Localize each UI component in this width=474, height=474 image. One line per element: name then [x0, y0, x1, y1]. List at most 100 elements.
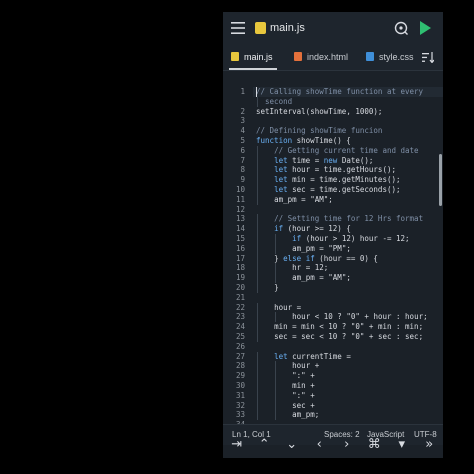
indent-guide — [275, 312, 277, 323]
line-number: 9 — [240, 175, 245, 185]
code-text: let min = time.getMinutes(); — [274, 175, 401, 185]
line-number: 32 — [235, 400, 245, 410]
indent-guide — [257, 175, 258, 185]
menu-icon[interactable] — [231, 22, 245, 34]
code-text: min + — [292, 381, 315, 390]
file-tabs: main.js index.html style.css — [223, 44, 443, 71]
target-icon[interactable] — [394, 21, 408, 35]
text-caret — [256, 87, 257, 97]
indent-guide — [257, 96, 258, 107]
line-number: 22 — [235, 302, 245, 312]
indent-guide — [257, 312, 258, 323]
code-editor[interactable]: 1// Calling showTime function at every se… — [223, 71, 443, 424]
code-text: // Calling showTime function at every — [256, 87, 424, 96]
indent-guide — [257, 351, 258, 362]
code-text: let sec = time.getSeconds(); — [274, 185, 401, 194]
code-editor-app: main.js main.js index.html style.css 1 /… — [223, 12, 443, 458]
key-toolbar: ⇥ ⌃ ⌄ ‹ › ⌘ ▾» — [223, 432, 443, 458]
line-number: 27 — [235, 351, 245, 361]
code-text: hour = — [274, 302, 302, 312]
line-number: 13 — [235, 214, 245, 224]
line-number: 14 — [235, 224, 245, 234]
code-text: am_pm = "AM"; — [292, 273, 351, 283]
indent-guide — [257, 390, 258, 401]
line-number: 12 — [235, 204, 245, 214]
code-text: min = min < 10 ? "0" + min : min; — [274, 322, 424, 332]
code-text: // Setting time for 12 Hrs format — [274, 214, 424, 224]
code-text: ":" + — [292, 390, 315, 400]
line-number: 31 — [235, 390, 245, 400]
arrow-left-button[interactable]: ‹ — [308, 432, 330, 458]
indent-guide — [257, 381, 258, 391]
line-number: 25 — [235, 332, 245, 341]
line-number: 11 — [235, 194, 245, 204]
line-number: 29 — [235, 371, 245, 381]
scrollbar-thumb[interactable] — [439, 154, 442, 206]
command-button[interactable]: ⌘ — [363, 432, 385, 458]
line-number: 6 — [240, 145, 245, 155]
indent-guide — [257, 145, 258, 156]
tab-label: main.js — [244, 52, 273, 62]
indent-guide — [257, 332, 258, 342]
code-text: if (hour > 12) hour -= 12; — [292, 234, 410, 243]
indent-guide — [257, 322, 258, 332]
indent-guide — [257, 410, 258, 421]
indent-guide — [257, 185, 258, 195]
indent-guide — [275, 410, 277, 421]
code-text: am_pm; — [292, 410, 320, 420]
line-number: 2 — [240, 106, 245, 116]
indent-guide — [257, 243, 258, 254]
indent-guide — [257, 263, 258, 274]
arrow-down-button[interactable]: ⌄ — [281, 432, 303, 458]
code-text: am_pm = "PM"; — [292, 243, 351, 253]
indent-guide — [275, 400, 277, 411]
tab-main-js[interactable]: main.js — [229, 44, 276, 70]
line-number: 16 — [235, 243, 245, 253]
tab-index-html[interactable]: index.html — [294, 44, 348, 70]
indent-guide — [275, 390, 277, 401]
line-number: 1 — [240, 87, 245, 96]
indent-guide — [275, 263, 277, 274]
indent-guide — [275, 234, 277, 244]
tab-label: index.html — [307, 52, 349, 62]
code-text: hr = 12; — [292, 263, 329, 273]
css-file-icon — [366, 52, 374, 61]
code-text: } — [274, 283, 279, 292]
indent-guide — [275, 243, 277, 254]
code-text: second — [265, 96, 293, 106]
code-text: let time = new Date(); — [274, 155, 374, 165]
line-number: 24 — [235, 322, 245, 332]
code-text: hour < 10 ? "0" + hour : hour; — [292, 312, 428, 322]
code-text: if (hour >= 12) { — [274, 224, 351, 234]
indent-guide — [275, 381, 277, 391]
code-text: // Getting current time and date — [274, 145, 419, 155]
line-number: 30 — [235, 381, 245, 390]
indent-guide — [257, 361, 258, 372]
fast-forward-button[interactable]: » — [418, 432, 440, 458]
sort-icon[interactable] — [422, 52, 434, 63]
arrow-right-button[interactable]: › — [336, 432, 358, 458]
arrow-up-button[interactable]: ⌃ — [253, 432, 275, 458]
tab-key-button[interactable]: ⇥ — [226, 432, 248, 458]
js-file-icon — [255, 22, 266, 34]
line-number: 28 — [235, 361, 245, 371]
code-text: am_pm = "AM"; — [274, 194, 333, 204]
indent-guide — [257, 224, 258, 234]
line-number: 21 — [235, 292, 245, 302]
line-number: 15 — [235, 234, 245, 243]
tab-style-css[interactable]: style.css — [366, 44, 414, 70]
code-text: function showTime() { — [256, 136, 351, 145]
line-number: 3 — [240, 116, 245, 126]
code-text: let hour = time.getHours(); — [274, 165, 396, 175]
line-number: 20 — [235, 283, 245, 292]
run-icon[interactable] — [419, 21, 431, 35]
html-file-icon — [294, 52, 302, 61]
indent-guide — [275, 361, 277, 372]
indent-guide — [257, 253, 258, 264]
indent-guide — [257, 165, 258, 176]
code-text: setInterval(showTime, 1000); — [256, 106, 383, 116]
line-number: 10 — [235, 185, 245, 194]
code-text: ":" + — [292, 371, 315, 381]
indent-guide — [257, 155, 258, 166]
dropdown-button[interactable]: ▾ — [391, 432, 413, 458]
